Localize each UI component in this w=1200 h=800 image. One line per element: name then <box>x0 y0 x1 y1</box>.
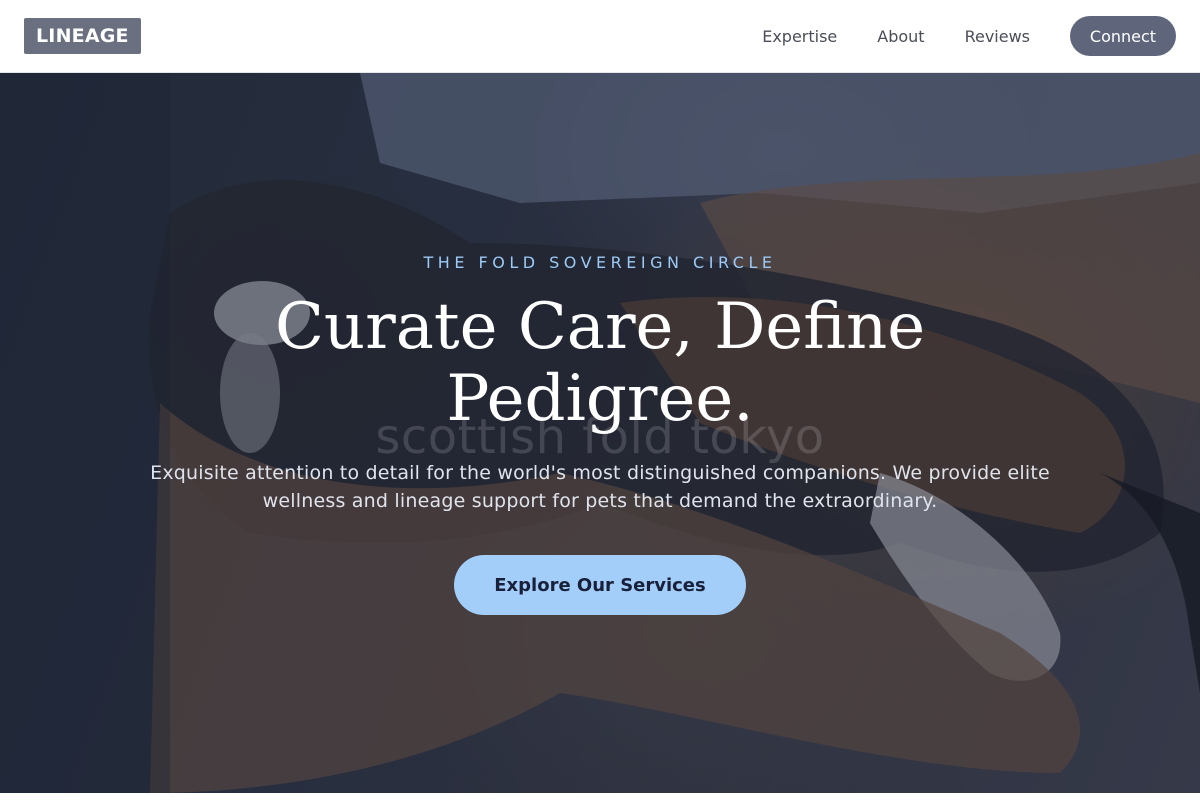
main-nav: Expertise About Reviews Connect <box>762 16 1176 56</box>
hero-watermark: scottish fold tokyo <box>375 409 825 465</box>
hero-eyebrow: THE FOLD SOVEREIGN CIRCLE <box>423 253 777 272</box>
site-header: LINEAGE Expertise About Reviews Connect <box>0 0 1200 73</box>
hero-headline-line-1: Curate Care, Define <box>274 290 926 364</box>
nav-link-reviews[interactable]: Reviews <box>965 27 1030 46</box>
connect-button[interactable]: Connect <box>1070 16 1176 56</box>
nav-link-expertise[interactable]: Expertise <box>762 27 837 46</box>
hero-subtext: Exquisite attention to detail for the wo… <box>150 462 1050 512</box>
hero-content: THE FOLD SOVEREIGN CIRCLE Curate Care, D… <box>0 73 1200 793</box>
logo[interactable]: LINEAGE <box>24 18 141 54</box>
explore-services-button[interactable]: Explore Our Services <box>454 555 746 615</box>
nav-link-about[interactable]: About <box>877 27 924 46</box>
hero-section: THE FOLD SOVEREIGN CIRCLE Curate Care, D… <box>0 73 1200 793</box>
